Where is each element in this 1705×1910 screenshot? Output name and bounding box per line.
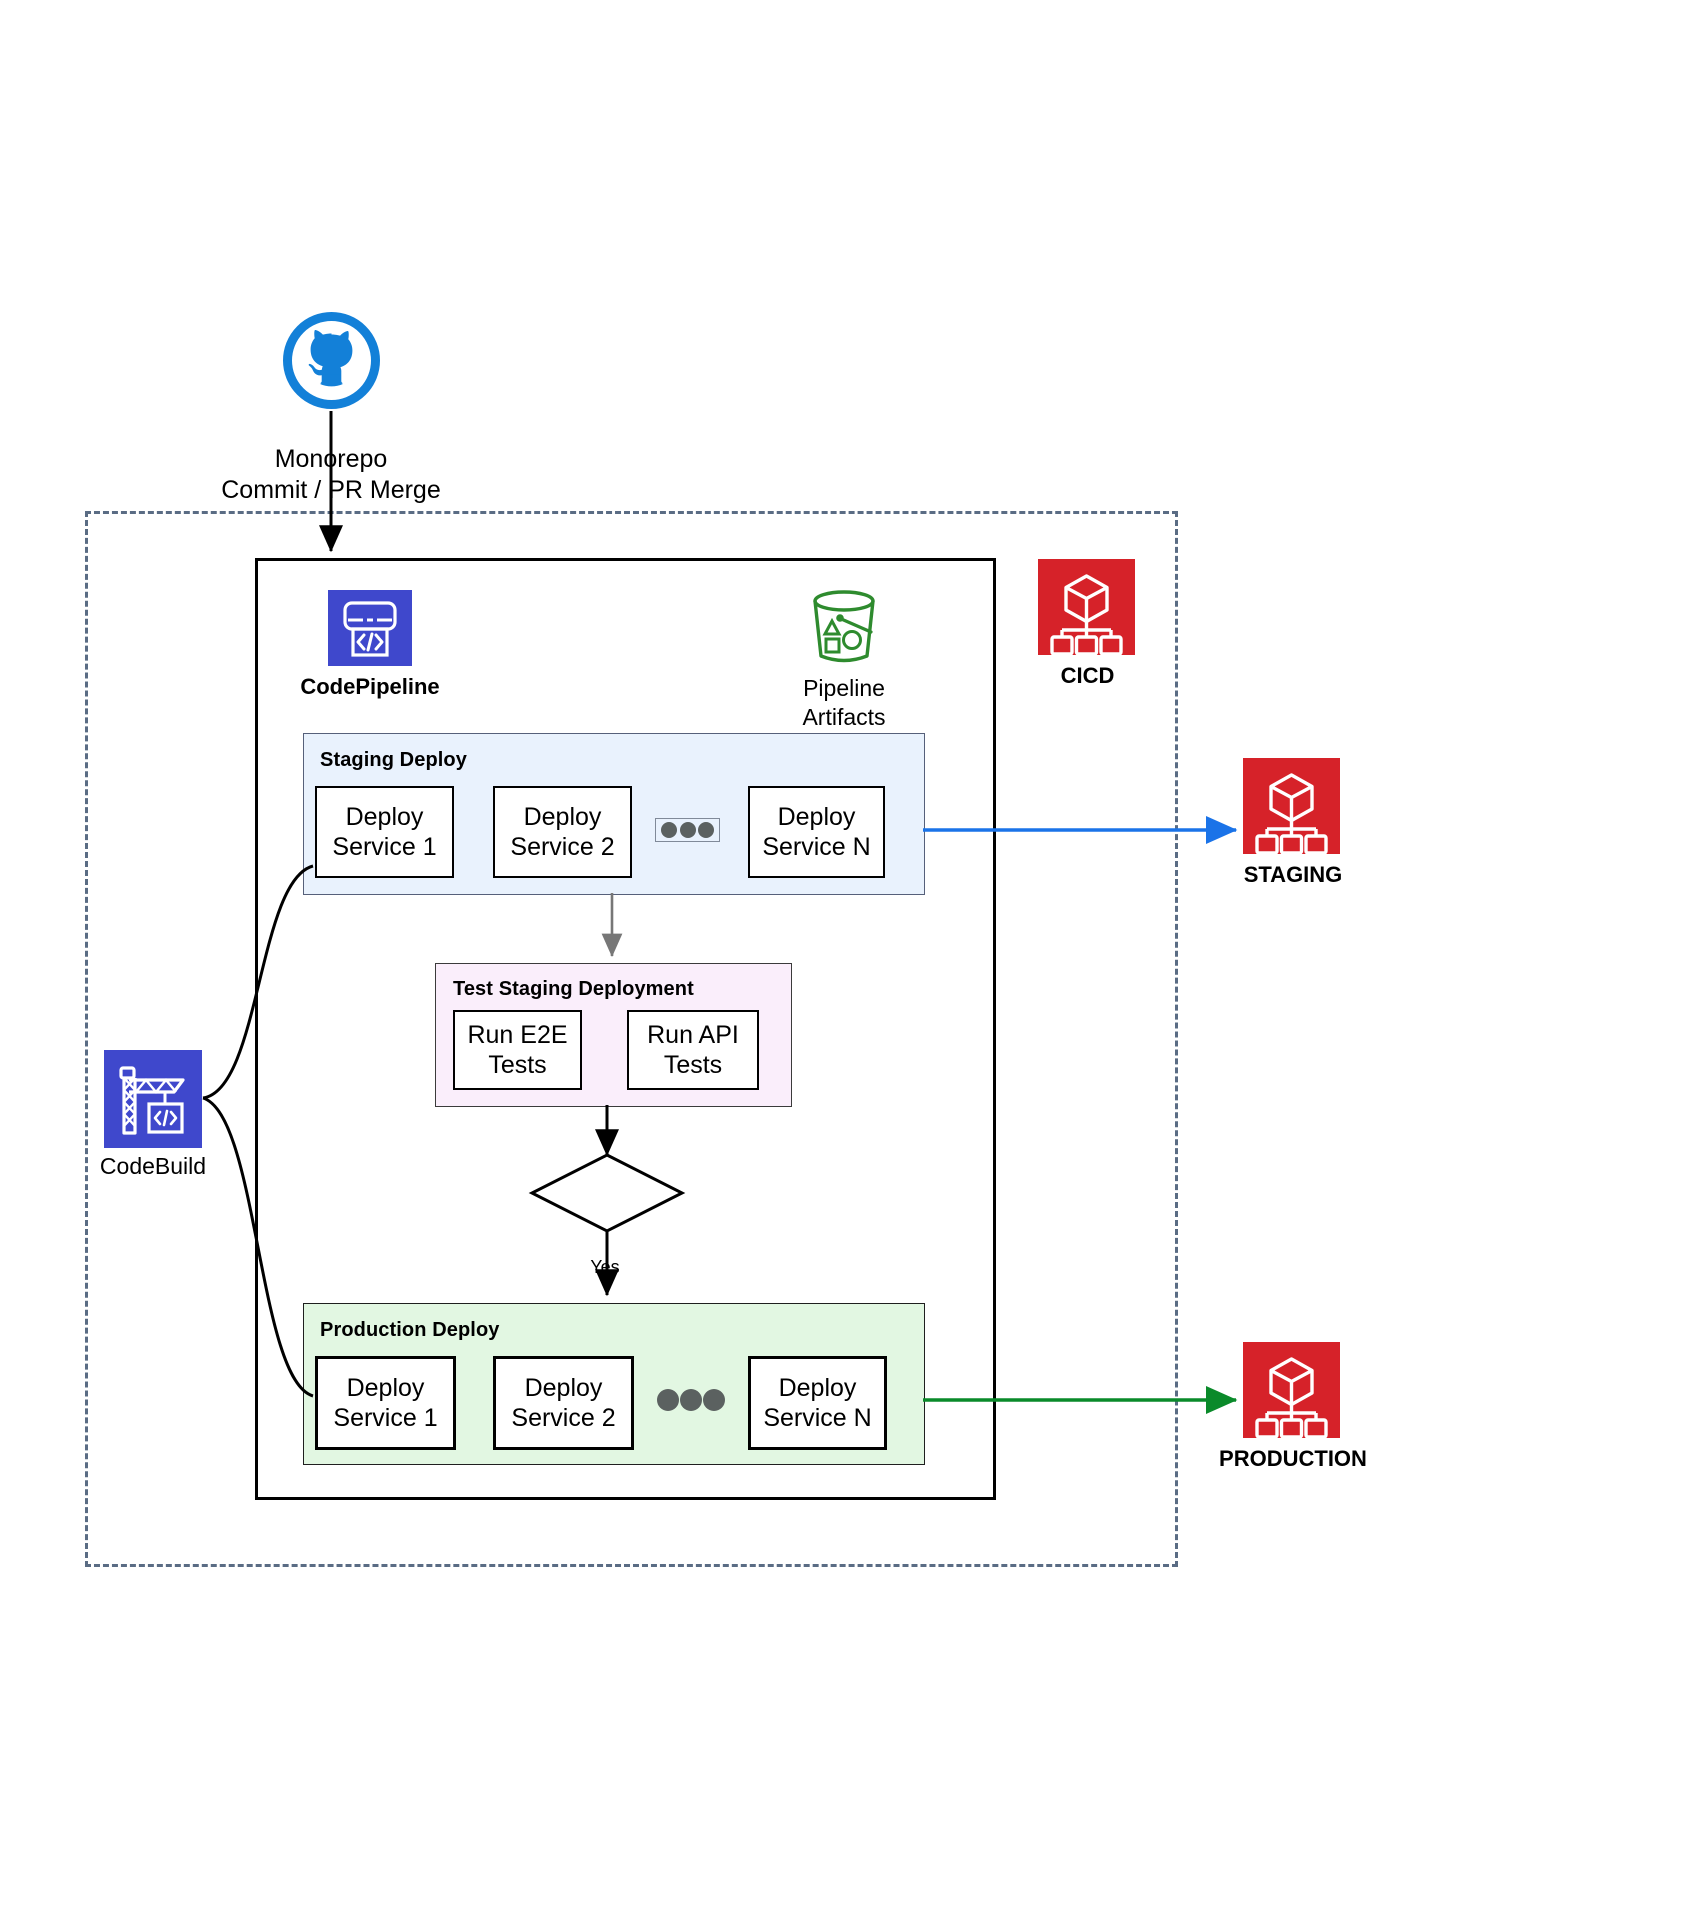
codepipeline-label: CodePipeline bbox=[300, 674, 440, 699]
codepipeline-node[interactable] bbox=[328, 590, 412, 666]
stage-production-deploy-title: Production Deploy bbox=[320, 1319, 500, 1341]
approve-yes-label: Yes bbox=[590, 1257, 620, 1277]
approve-decision-label: Approve? bbox=[552, 1176, 660, 1204]
stage-staging-deploy-title: Staging Deploy bbox=[320, 749, 467, 771]
codepipeline-icon bbox=[328, 590, 412, 666]
env-staging-node[interactable] bbox=[1243, 758, 1340, 855]
env-cicd-label: CICD bbox=[1060, 663, 1115, 688]
task-staging-deploy-service-n[interactable]: Deploy Service N bbox=[748, 786, 885, 878]
github-source-label: Monorepo Commit / PR Merge bbox=[221, 445, 441, 505]
task-production-deploy-service-1[interactable]: Deploy Service 1 bbox=[315, 1356, 456, 1450]
pipeline-artifacts-node[interactable] bbox=[805, 588, 883, 668]
env-production-node[interactable] bbox=[1243, 1342, 1340, 1439]
task-production-deploy-service-2[interactable]: Deploy Service 2 bbox=[493, 1356, 634, 1450]
codebuild-label: CodeBuild bbox=[99, 1153, 207, 1179]
pipeline-artifacts-label: Pipeline Artifacts bbox=[802, 675, 886, 730]
task-run-e2e-tests[interactable]: Run E2E Tests bbox=[453, 1010, 582, 1090]
task-run-api-tests[interactable]: Run API Tests bbox=[627, 1010, 759, 1090]
diagram-canvas: Monorepo Commit / PR Merge CodePipeline bbox=[0, 0, 1705, 1910]
production-deploy-ellipsis bbox=[657, 1388, 725, 1412]
s3-bucket-icon bbox=[813, 590, 875, 663]
aws-cloudformation-stack-icon bbox=[1038, 559, 1135, 656]
staging-deploy-ellipsis bbox=[655, 818, 720, 842]
env-staging-label: STAGING bbox=[1243, 862, 1343, 887]
task-staging-deploy-service-2[interactable]: Deploy Service 2 bbox=[493, 786, 632, 878]
task-production-deploy-service-n[interactable]: Deploy Service N bbox=[748, 1356, 887, 1450]
github-source-node[interactable] bbox=[281, 310, 382, 411]
task-staging-deploy-service-1[interactable]: Deploy Service 1 bbox=[315, 786, 454, 878]
aws-cloudformation-stack-icon bbox=[1243, 758, 1340, 855]
codebuild-icon bbox=[104, 1050, 202, 1148]
codebuild-node[interactable] bbox=[104, 1050, 202, 1148]
env-production-label: PRODUCTION bbox=[1219, 1446, 1367, 1471]
github-icon bbox=[283, 312, 380, 409]
env-cicd-node[interactable] bbox=[1038, 559, 1135, 656]
aws-cloudformation-stack-icon bbox=[1243, 1342, 1340, 1439]
stage-test-staging-title: Test Staging Deployment bbox=[453, 978, 694, 1000]
